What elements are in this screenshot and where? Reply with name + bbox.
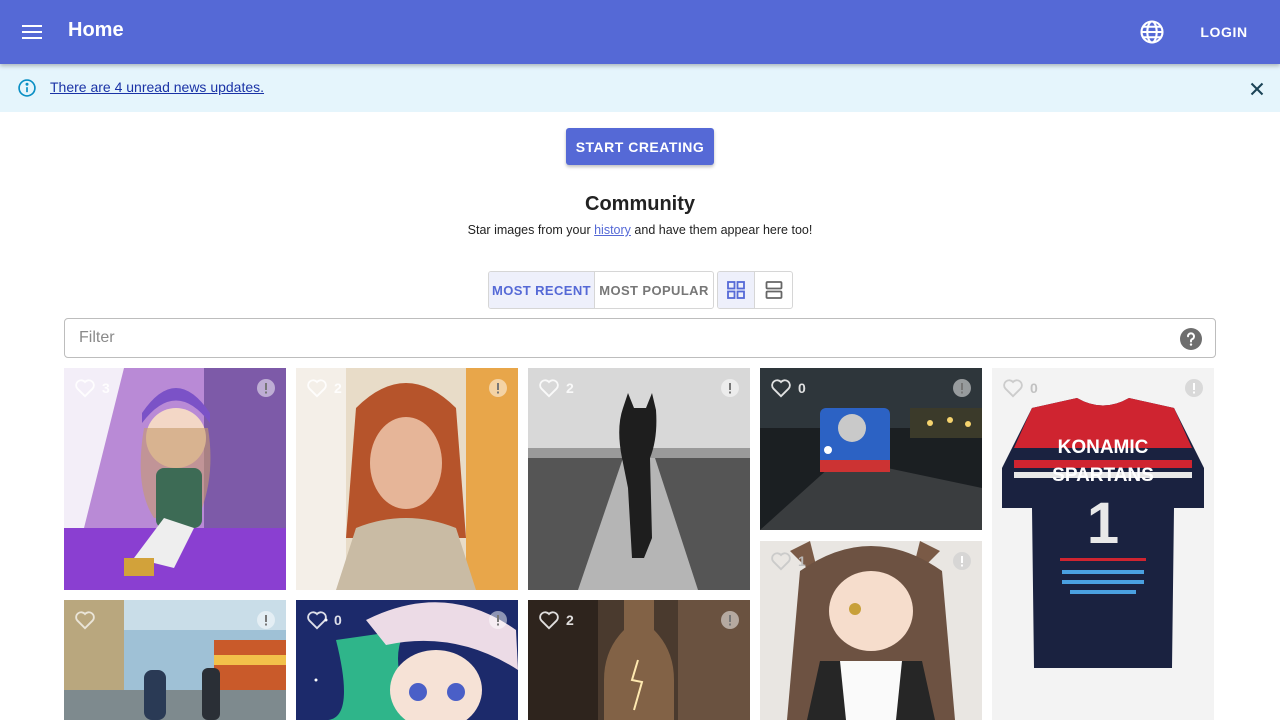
list-view-icon[interactable]	[755, 272, 792, 308]
gallery-card[interactable]: 2	[296, 368, 518, 590]
sort-most-recent-button[interactable]: MOST RECENT	[489, 272, 595, 308]
view-toggle-group	[717, 271, 793, 309]
gallery-card[interactable]: KONAMIC SPARTANS 1 0	[992, 368, 1214, 720]
report-icon[interactable]	[256, 610, 276, 630]
news-banner: There are 4 unread news updates.	[0, 64, 1280, 112]
login-button[interactable]: LOGIN	[1188, 16, 1260, 48]
anime-girl-image	[64, 368, 286, 590]
like-count: 1	[798, 553, 806, 569]
heart-icon	[75, 611, 95, 630]
gallery-card[interactable]: 0	[296, 600, 518, 720]
report-icon[interactable]	[952, 378, 972, 398]
like-counter[interactable]: 2	[538, 610, 574, 630]
help-icon[interactable]	[1179, 327, 1203, 351]
svg-text:SPARTANS: SPARTANS	[1052, 465, 1154, 486]
filter-input[interactable]	[65, 319, 1165, 357]
page-title: Home	[68, 19, 124, 41]
heart-icon	[539, 611, 559, 630]
gallery-card[interactable]: 1	[760, 541, 982, 720]
gallery-card[interactable]: 3	[64, 368, 286, 590]
like-counter[interactable]: 2	[538, 378, 574, 398]
gallery-card[interactable]: 2	[528, 368, 750, 590]
like-counter[interactable]: 1	[770, 551, 806, 571]
like-counter[interactable]: 0	[306, 610, 342, 630]
globe-icon[interactable]	[1138, 18, 1166, 46]
svg-text:KONAMIC: KONAMIC	[1058, 437, 1149, 458]
gallery-card[interactable]: 2	[528, 600, 750, 720]
gallery-card[interactable]: 0	[760, 368, 982, 530]
like-count: 2	[566, 612, 574, 628]
like-count: 2	[566, 380, 574, 396]
like-count: 2	[334, 380, 342, 396]
like-count: 0	[798, 380, 806, 396]
jersey-image: KONAMIC SPARTANS 1	[992, 368, 1214, 720]
heart-icon	[307, 611, 327, 630]
report-icon[interactable]	[256, 378, 276, 398]
svg-text:1: 1	[1087, 491, 1119, 556]
subtitle-text-before: Star images from your	[467, 223, 595, 237]
heart-icon	[1003, 379, 1023, 398]
close-icon[interactable]	[1246, 78, 1268, 100]
heart-icon	[307, 379, 327, 398]
start-creating-button[interactable]: START CREATING	[566, 128, 714, 165]
sort-most-popular-button[interactable]: MOST POPULAR	[595, 272, 713, 308]
gallery-card[interactable]	[64, 600, 286, 720]
like-count: 3	[102, 380, 110, 396]
report-icon[interactable]	[720, 378, 740, 398]
report-icon[interactable]	[952, 551, 972, 571]
portrait-image	[296, 368, 518, 590]
dog-image	[528, 368, 750, 590]
info-icon	[17, 78, 37, 98]
like-count: 0	[334, 612, 342, 628]
filter-field	[64, 318, 1216, 358]
like-counter[interactable]: 2	[306, 378, 342, 398]
heart-icon	[539, 379, 559, 398]
community-subtitle: Star images from your history and have t…	[0, 223, 1280, 237]
subtitle-text-after: and have them appear here too!	[630, 223, 813, 237]
report-icon[interactable]	[488, 378, 508, 398]
community-title: Community	[585, 193, 695, 215]
grid-view-icon[interactable]	[718, 272, 755, 308]
report-icon[interactable]	[720, 610, 740, 630]
menu-icon[interactable]	[16, 16, 48, 48]
sort-toggle-group: MOST RECENT MOST POPULAR	[488, 271, 714, 309]
heart-icon	[771, 379, 791, 398]
heart-icon	[771, 552, 791, 571]
news-updates-link[interactable]: There are 4 unread news updates.	[50, 79, 264, 95]
like-counter[interactable]: 3	[74, 378, 110, 398]
history-link[interactable]: history	[594, 223, 631, 237]
report-icon[interactable]	[1184, 378, 1204, 398]
app-bar: Home LOGIN	[0, 0, 1280, 64]
like-count: 0	[1030, 380, 1038, 396]
report-icon[interactable]	[488, 610, 508, 630]
heart-icon	[75, 379, 95, 398]
like-counter[interactable]: 0	[770, 378, 806, 398]
like-counter[interactable]: 0	[1002, 378, 1038, 398]
like-counter[interactable]	[74, 610, 102, 630]
